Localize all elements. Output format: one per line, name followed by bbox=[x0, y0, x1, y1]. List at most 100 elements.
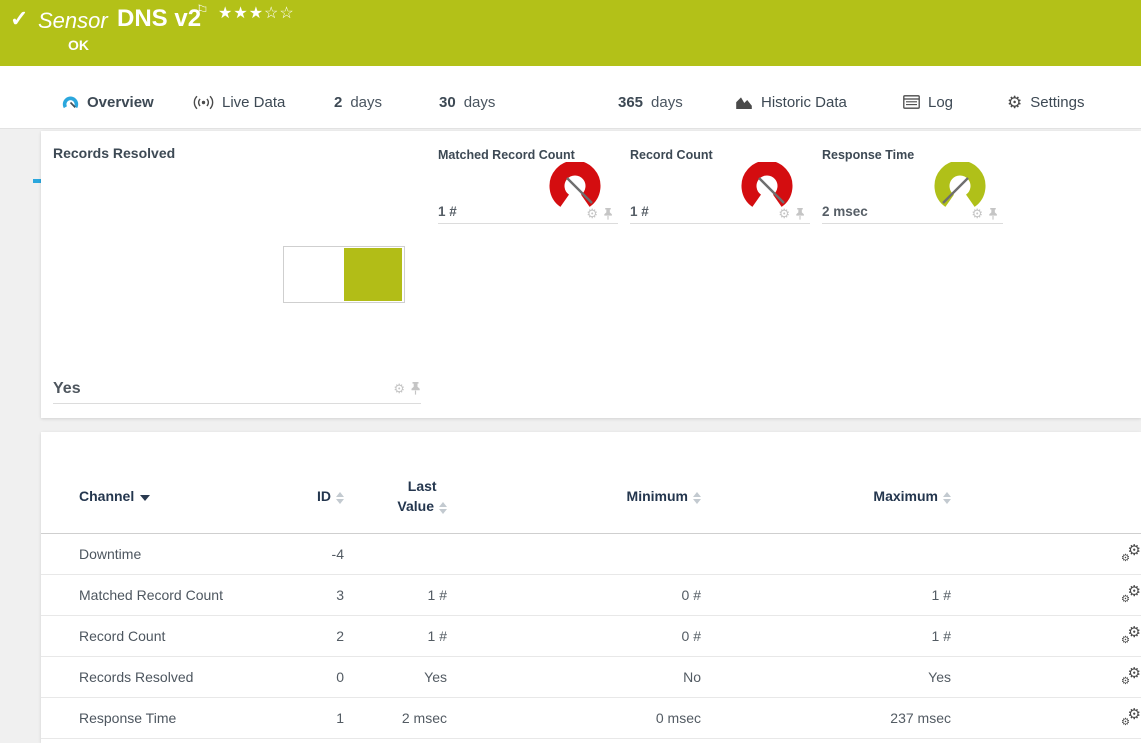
tab-bar: Overview Live Data 2 days 30 days 365 da… bbox=[0, 66, 1141, 129]
pin-icon[interactable] bbox=[795, 208, 805, 220]
pin-icon[interactable] bbox=[410, 382, 421, 395]
tab-overview[interactable]: Overview bbox=[62, 66, 154, 128]
table-row: Downtime -4 ⚙⚙ bbox=[41, 533, 1141, 574]
table-row: Record Count 2 1 # 0 # 1 # ⚙⚙ bbox=[41, 615, 1141, 656]
pin-icon[interactable] bbox=[603, 208, 613, 220]
sensor-status-text: OK bbox=[68, 37, 89, 53]
channel-settings-icon[interactable]: ⚙⚙ bbox=[1121, 584, 1141, 602]
star-icon[interactable]: ☆ bbox=[279, 5, 294, 22]
channel-settings-icon[interactable]: ⚙⚙ bbox=[1121, 625, 1141, 643]
column-header-minimum[interactable]: Minimum bbox=[447, 432, 701, 533]
channel-settings-icon[interactable]: ⚙⚙ bbox=[1121, 707, 1141, 725]
cell-channel: Matched Record Count bbox=[41, 574, 266, 615]
tab-overview-label: Overview bbox=[87, 94, 154, 111]
gauge-widget-record-count: Record Count 1 # ⚙ bbox=[630, 148, 810, 224]
cell-channel: Record Count bbox=[41, 615, 266, 656]
table-row: Records Resolved 0 Yes No Yes ⚙⚙ bbox=[41, 656, 1141, 697]
column-header-actions bbox=[951, 432, 1141, 533]
table-row: Matched Record Count 3 1 # 0 # 1 # ⚙⚙ bbox=[41, 574, 1141, 615]
gauge-label: Record Count bbox=[630, 148, 713, 162]
cell-last-value: 1 # bbox=[344, 574, 447, 615]
table-header-row: Channel ID Last Value Minimum Maximum bbox=[41, 432, 1141, 533]
column-header-id[interactable]: ID bbox=[266, 432, 344, 533]
widget-gear-icon[interactable]: ⚙ bbox=[971, 207, 983, 220]
boolean-indicator bbox=[283, 246, 405, 303]
priority-flag-icon: ⚐ bbox=[196, 2, 209, 19]
channel-settings-icon[interactable]: ⚙⚙ bbox=[1121, 543, 1141, 561]
cell-last-value: 1 # bbox=[344, 615, 447, 656]
star-icon[interactable]: ★ bbox=[249, 5, 264, 22]
primary-channel-title: Records Resolved bbox=[53, 145, 175, 161]
widget-gear-icon[interactable]: ⚙ bbox=[586, 207, 598, 220]
cell-channel: Response Time bbox=[41, 697, 266, 738]
gauge-value: 2 msec bbox=[822, 204, 868, 219]
cell-maximum: 237 msec bbox=[701, 697, 951, 738]
cell-actions: ⚙⚙ bbox=[951, 615, 1141, 656]
tab-30-days-label: days bbox=[464, 94, 496, 111]
widget-gear-icon[interactable]: ⚙ bbox=[393, 382, 405, 395]
cell-maximum: 1 # bbox=[701, 574, 951, 615]
cell-channel: Downtime bbox=[41, 533, 266, 574]
star-icon[interactable]: ★ bbox=[233, 5, 248, 22]
gauge-value: 1 # bbox=[438, 204, 457, 219]
cell-minimum: No bbox=[447, 656, 701, 697]
tab-365-days[interactable]: 365 days bbox=[618, 66, 683, 128]
column-header-last-value[interactable]: Last Value bbox=[344, 432, 447, 533]
sort-arrows-icon bbox=[693, 492, 701, 504]
tab-historic-data-label: Historic Data bbox=[761, 94, 847, 111]
tab-historic-data[interactable]: Historic Data bbox=[735, 66, 847, 128]
cell-id: 1 bbox=[266, 697, 344, 738]
cell-minimum bbox=[447, 533, 701, 574]
column-header-channel[interactable]: Channel bbox=[41, 432, 266, 533]
tab-30-days-number: 30 bbox=[439, 94, 456, 111]
pin-icon[interactable] bbox=[988, 208, 998, 220]
tab-365-days-number: 365 bbox=[618, 94, 643, 111]
table-row: Response Time 1 2 msec 0 msec 237 msec ⚙… bbox=[41, 697, 1141, 738]
column-header-channel-label: Channel bbox=[79, 488, 134, 504]
gauge-label: Response Time bbox=[822, 148, 914, 162]
tab-30-days[interactable]: 30 days bbox=[439, 66, 495, 128]
cell-minimum: 0 # bbox=[447, 574, 701, 615]
sensor-name: DNS v2 bbox=[117, 5, 201, 33]
cell-actions: ⚙⚙ bbox=[951, 697, 1141, 738]
star-icon[interactable]: ☆ bbox=[264, 5, 279, 22]
cell-channel: Records Resolved bbox=[41, 656, 266, 697]
cell-last-value: Yes bbox=[344, 656, 447, 697]
star-icon[interactable]: ★ bbox=[218, 5, 233, 22]
overview-panel: Records Resolved Yes ⚙ Matched Record Co… bbox=[41, 131, 1141, 418]
column-header-maximum[interactable]: Maximum bbox=[701, 432, 951, 533]
sensor-type-label: Sensor bbox=[38, 8, 108, 34]
tab-log-label: Log bbox=[928, 94, 953, 111]
column-header-minimum-label: Minimum bbox=[627, 488, 688, 504]
primary-channel-value: Yes bbox=[53, 380, 81, 398]
priority-stars[interactable]: ★★★☆☆ bbox=[218, 3, 295, 23]
live-data-icon bbox=[193, 95, 214, 110]
channel-table-panel: Channel ID Last Value Minimum Maximum bbox=[41, 432, 1141, 743]
log-icon bbox=[903, 95, 920, 109]
tab-log[interactable]: Log bbox=[903, 66, 953, 128]
tab-live-data-label: Live Data bbox=[222, 94, 285, 111]
settings-gear-icon: ⚙ bbox=[1007, 94, 1022, 111]
gauge-icon bbox=[62, 95, 79, 110]
primary-widget-actions: ⚙ bbox=[393, 382, 421, 395]
sensor-status-bar: ✓ Sensor DNS v2 ⚐ ★★★☆☆ OK bbox=[0, 0, 1141, 66]
sort-arrows-icon bbox=[943, 492, 951, 504]
tab-live-data[interactable]: Live Data bbox=[193, 66, 285, 128]
channel-table: Channel ID Last Value Minimum Maximum bbox=[41, 432, 1141, 739]
channel-settings-icon[interactable]: ⚙⚙ bbox=[1121, 666, 1141, 684]
tab-2-days[interactable]: 2 days bbox=[334, 66, 382, 128]
sort-arrows-icon bbox=[439, 502, 447, 514]
cell-maximum: Yes bbox=[701, 656, 951, 697]
cell-actions: ⚙⚙ bbox=[951, 574, 1141, 615]
cell-maximum bbox=[701, 533, 951, 574]
tab-365-days-label: days bbox=[651, 94, 683, 111]
cell-actions: ⚙⚙ bbox=[951, 656, 1141, 697]
sort-desc-icon bbox=[140, 495, 150, 501]
tab-2-days-number: 2 bbox=[334, 94, 342, 111]
cell-minimum: 0 msec bbox=[447, 697, 701, 738]
column-header-id-label: ID bbox=[317, 488, 331, 504]
gauge-widget-actions: ⚙ bbox=[586, 207, 613, 220]
widget-gear-icon[interactable]: ⚙ bbox=[778, 207, 790, 220]
tab-settings[interactable]: ⚙ Settings bbox=[1007, 66, 1084, 128]
cell-last-value: 2 msec bbox=[344, 697, 447, 738]
